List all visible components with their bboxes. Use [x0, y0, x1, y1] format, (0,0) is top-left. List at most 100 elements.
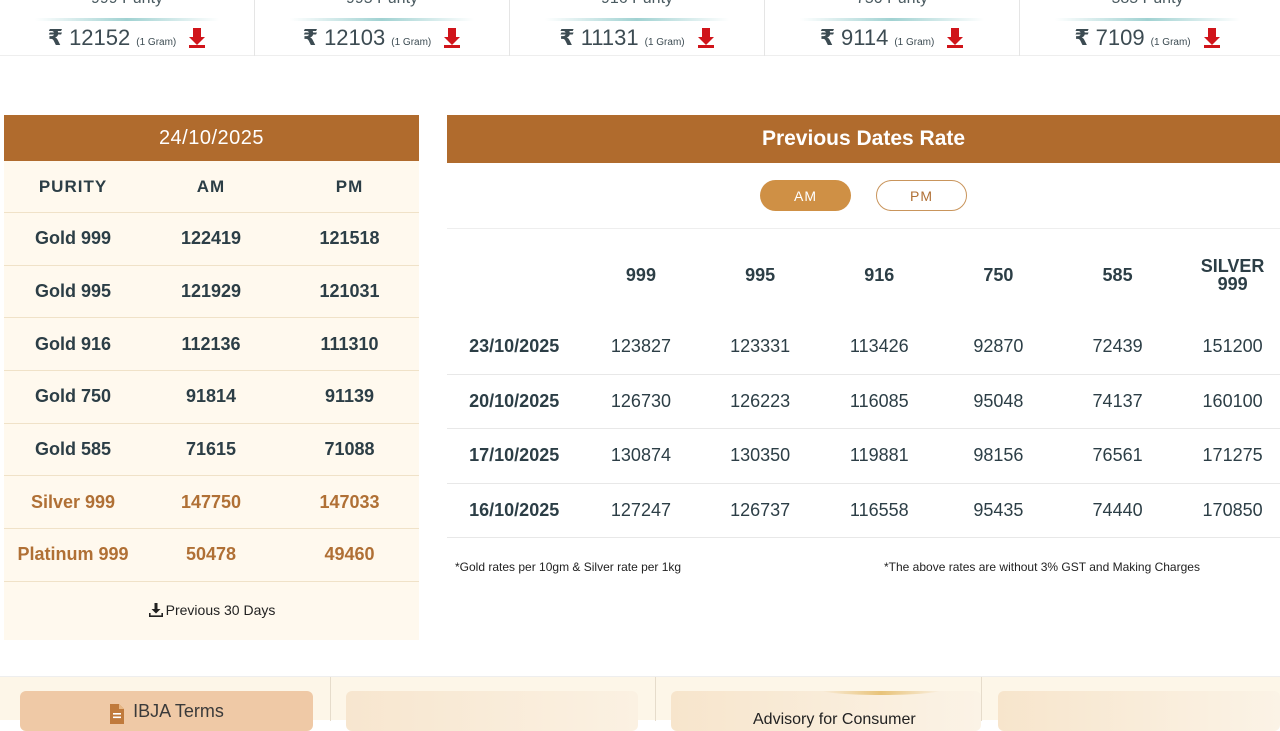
ticker-card-750[interactable]: 750 Purity ₹ 9114 (1 Gram): [765, 0, 1020, 56]
rupee-symbol: ₹: [819, 25, 835, 50]
column-header-silver-999: SILVER 999: [1200, 255, 1265, 294]
pm-rate-cell: 49460: [324, 544, 375, 565]
ticker-price: ₹ 12103 (1 Gram): [255, 25, 509, 51]
date-cell: 17/10/2025: [469, 445, 560, 466]
column-header-am: AM: [196, 176, 226, 196]
ticker-price: ₹ 9114 (1 Gram): [765, 25, 1019, 51]
rate-cell-silver: 151200: [1202, 336, 1263, 357]
rate-cell-916: 116558: [849, 499, 909, 520]
previous-dates-title: Previous Dates Rate: [447, 115, 1280, 163]
ticker-unit: (1 Gram): [644, 37, 685, 48]
rupee-symbol: ₹: [302, 25, 319, 50]
ticker-value: 7109: [1095, 25, 1145, 50]
pm-rate-cell: 121518: [319, 228, 380, 249]
table-row: 20/10/2025 126730 126223 116085 95048 74…: [447, 375, 1280, 429]
ticker-card-999[interactable]: 999 Purity ₹ 12152 (1 Gram): [0, 0, 255, 56]
card-divider: [981, 677, 982, 721]
ticker-unit: (1 Gram): [391, 37, 432, 48]
rate-unit-note: *Gold rates per 10gm & Silver rate per 1…: [455, 560, 682, 574]
table-row: Gold 585 71615 71088: [4, 424, 419, 477]
ticker-value: 12103: [324, 25, 386, 50]
table-row: Platinum 999 50478 49460: [4, 529, 419, 582]
ticker-purity: 585 Purity: [1020, 0, 1275, 8]
decorative-swoosh: [821, 691, 941, 695]
rate-cell-916: 116085: [849, 390, 909, 411]
am-rate-cell: 91814: [185, 386, 237, 407]
column-header-995: 995: [745, 264, 776, 285]
table-row: 23/10/2025 123827 123331 113426 92870 72…: [447, 320, 1280, 375]
pm-rate-cell: 111310: [320, 333, 379, 354]
price-ticker: 999 Purity ₹ 12152 (1 Gram) 995 Purity ₹…: [0, 0, 1280, 56]
ticker-unit: (1 Gram): [136, 37, 177, 48]
am-toggle-button[interactable]: AM: [760, 180, 851, 211]
advisory-label: Advisory for Consumer: [753, 711, 916, 728]
table-row: 16/10/2025 127247 126737 116558 95435 74…: [447, 484, 1280, 538]
rate-cell-750: 92870: [973, 336, 1024, 357]
rate-cell-995: 123331: [730, 336, 791, 357]
price-down-arrow-icon: [189, 28, 206, 48]
ticker-divider: [35, 18, 219, 21]
pm-rate-cell: 121031: [319, 281, 380, 302]
purity-cell: Gold 585: [34, 439, 112, 460]
ticker-value: 9114: [841, 25, 889, 50]
ticker-unit: (1 Gram): [1150, 37, 1191, 48]
rate-cell-999: 123827: [610, 336, 671, 357]
ticker-purity: 750 Purity: [765, 0, 1019, 8]
document-icon: [110, 704, 125, 724]
rate-cell-995: 126223: [730, 390, 791, 411]
purity-cell: Platinum 999: [17, 544, 129, 565]
ticker-card-585[interactable]: 585 Purity ₹ 7109 (1 Gram): [1020, 0, 1275, 56]
rate-cell-995: 130350: [730, 445, 791, 466]
ticker-purity: 995 Purity: [255, 0, 509, 8]
pm-rate-cell: 91139: [324, 386, 375, 407]
ticker-value: 11131: [580, 25, 639, 50]
rate-cell-585: 76561: [1092, 445, 1143, 466]
today-date-header: 24/10/2025: [4, 115, 419, 161]
ticker-price: ₹ 12152 (1 Gram): [0, 25, 254, 51]
rate-cell-silver: 170850: [1202, 499, 1263, 520]
previous-rates-table: 999 995 916 750 585 SILVER 999 23/10/202…: [447, 229, 1280, 538]
ticker-purity: 916 Purity: [510, 0, 764, 8]
ticker-card-995[interactable]: 995 Purity ₹ 12103 (1 Gram): [255, 0, 510, 56]
table-row: 17/10/2025 130874 130350 119881 98156 76…: [447, 429, 1280, 484]
price-down-arrow-icon: [1203, 28, 1220, 48]
rate-cell-750: 98156: [973, 445, 1024, 466]
ibja-terms-label: IBJA Terms: [133, 700, 224, 721]
am-rate-cell: 147750: [180, 491, 242, 512]
purity-cell: Gold 916: [34, 333, 112, 354]
date-cell: 16/10/2025: [469, 499, 560, 520]
promo-card[interactable]: [346, 691, 638, 731]
rate-cell-999: 126730: [610, 390, 671, 411]
bottom-cards-strip: IBJA Terms Advisory for Consumer: [0, 676, 1280, 731]
rate-cell-999: 127247: [610, 499, 671, 520]
rate-cell-silver: 171275: [1202, 445, 1263, 466]
pm-toggle-button[interactable]: PM: [876, 180, 967, 211]
ticker-divider: [290, 18, 474, 21]
advisory-card[interactable]: Advisory for Consumer: [671, 691, 981, 731]
purity-cell: Gold 995: [34, 281, 112, 302]
price-down-arrow-icon: [697, 28, 714, 48]
ticker-price: ₹ 11131 (1 Gram): [510, 25, 764, 51]
purity-cell: Gold 999: [34, 228, 112, 249]
table-header-row: 999 995 916 750 585 SILVER 999: [447, 229, 1280, 320]
ticker-card-916[interactable]: 916 Purity ₹ 11131 (1 Gram): [510, 0, 765, 56]
rupee-symbol: ₹: [559, 25, 575, 50]
rate-cell-585: 74137: [1092, 390, 1143, 411]
today-rate-table: 24/10/2025 PURITY AM PM Gold 999 122419 …: [4, 115, 419, 640]
column-header-916: 916: [864, 264, 895, 285]
rate-cell-916: 113426: [849, 336, 909, 357]
previous-30-days-link[interactable]: Previous 30 Days: [4, 582, 419, 638]
table-header-row: PURITY AM PM: [4, 161, 419, 213]
card-divider: [330, 677, 331, 721]
gst-note: *The above rates are without 3% GST and …: [884, 560, 1200, 574]
table-row: Gold 750 91814 91139: [4, 371, 419, 424]
promo-card[interactable]: [998, 691, 1280, 731]
ibja-terms-button[interactable]: IBJA Terms: [20, 691, 313, 731]
pm-rate-cell: 71088: [324, 439, 375, 460]
rate-cell-silver: 160100: [1202, 390, 1263, 411]
column-header-585: 585: [1102, 264, 1133, 285]
table-row: Gold 999 122419 121518: [4, 213, 419, 266]
table-row: Gold 916 112136 111310: [4, 318, 419, 372]
ticker-divider: [1055, 18, 1240, 21]
am-rate-cell: 121929: [180, 281, 242, 302]
